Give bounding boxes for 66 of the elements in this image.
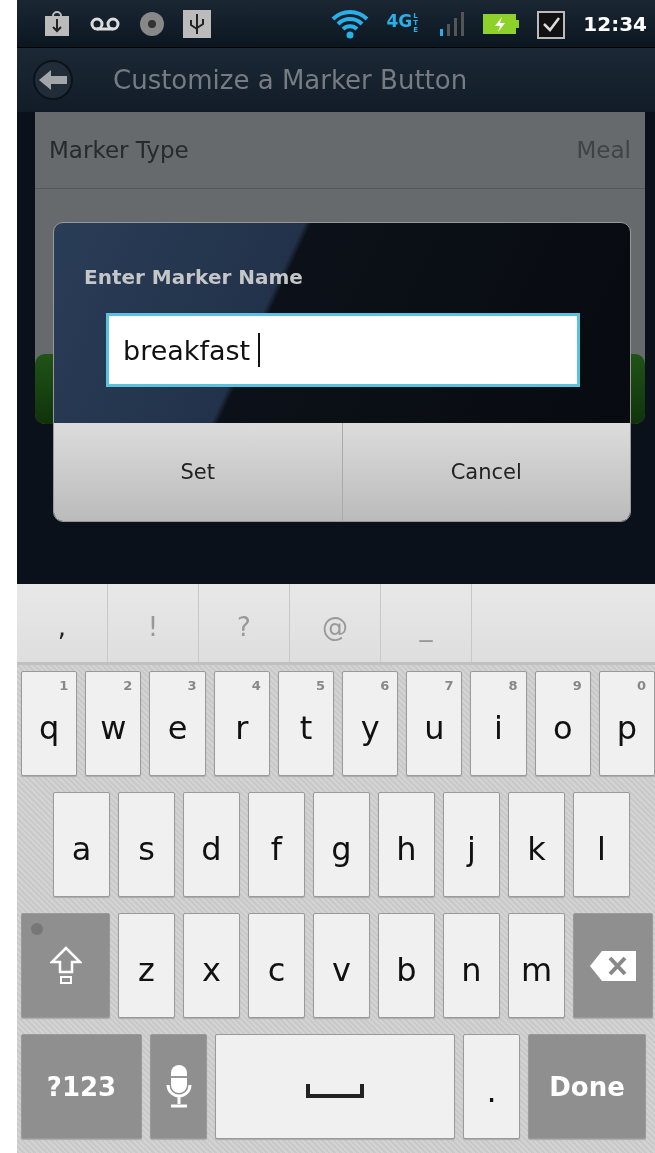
shift-arrow-icon: [49, 945, 82, 986]
clock-time: 12:34: [583, 11, 647, 36]
key-hint: 3: [187, 678, 197, 693]
signal-icon: [439, 10, 466, 37]
key[interactable]: s: [118, 792, 175, 897]
key[interactable]: a: [53, 792, 110, 897]
key[interactable]: 6 y: [342, 671, 399, 776]
circle-icon: [139, 10, 165, 37]
dialog-button[interactable]: Cancel: [342, 423, 630, 521]
checkbox-icon: [537, 8, 566, 39]
key[interactable]: j: [443, 792, 500, 897]
key[interactable]: n: [443, 913, 500, 1018]
key[interactable]: 1 q: [21, 671, 78, 776]
voicemail-icon: [89, 15, 121, 32]
voice-input-key[interactable]: [150, 1034, 207, 1139]
suggestion[interactable]: ,: [17, 584, 108, 662]
backspace-key[interactable]: [573, 913, 653, 1018]
key[interactable]: 8 i: [470, 671, 527, 776]
space-key[interactable]: [215, 1034, 455, 1139]
key-hint: 7: [444, 678, 454, 693]
key[interactable]: 0 p: [598, 671, 655, 776]
key-hint: 0: [637, 678, 647, 693]
usb-icon: [183, 9, 211, 38]
key[interactable]: k: [508, 792, 565, 897]
battery-charging-icon: [483, 13, 520, 34]
text-cursor: [258, 333, 261, 367]
dialog-title: Enter Marker Name: [84, 265, 303, 289]
key[interactable]: v: [313, 913, 370, 1018]
setting-label: Marker Type: [49, 137, 189, 163]
dialog-button[interactable]: Set: [54, 423, 343, 521]
left-arrow-icon: [39, 70, 67, 90]
screen-title: Customize a Marker Button: [113, 65, 468, 95]
network-type: 4G: [386, 13, 413, 30]
key[interactable]: 5 t: [277, 671, 334, 776]
key[interactable]: l: [573, 792, 630, 897]
backspace-icon: [590, 950, 636, 981]
key[interactable]: x: [183, 913, 240, 1018]
download-icon: [43, 9, 71, 38]
key-hint: 8: [508, 678, 518, 693]
key[interactable]: 9 o: [534, 671, 591, 776]
key[interactable]: .: [463, 1034, 520, 1139]
key[interactable]: c: [248, 913, 305, 1018]
microphone-icon: [165, 1064, 192, 1109]
shift-key[interactable]: [21, 913, 110, 1018]
key-hint: 6: [380, 678, 390, 693]
key-hint: 2: [123, 678, 133, 693]
key[interactable]: d: [183, 792, 240, 897]
back-button[interactable]: [33, 60, 73, 100]
key-hint: 5: [315, 678, 325, 693]
space-bar-icon: [306, 1083, 364, 1098]
key-hint: 4: [251, 678, 261, 693]
key[interactable]: m: [508, 913, 565, 1018]
key[interactable]: 7 u: [406, 671, 463, 776]
key-hint: 1: [59, 678, 69, 693]
key[interactable]: f: [248, 792, 305, 897]
name-input-field[interactable]: breakfast: [106, 313, 580, 387]
key[interactable]: 4 r: [213, 671, 270, 776]
indicator-dot-icon: [30, 922, 44, 936]
key[interactable]: h: [378, 792, 435, 897]
key[interactable]: g: [313, 792, 370, 897]
key[interactable]: b: [378, 913, 435, 1018]
key-hint: 9: [572, 678, 582, 693]
key[interactable]: 3 e: [149, 671, 206, 776]
key[interactable]: 2 w: [85, 671, 142, 776]
key[interactable]: z: [118, 913, 175, 1018]
wifi-icon: [330, 8, 369, 39]
